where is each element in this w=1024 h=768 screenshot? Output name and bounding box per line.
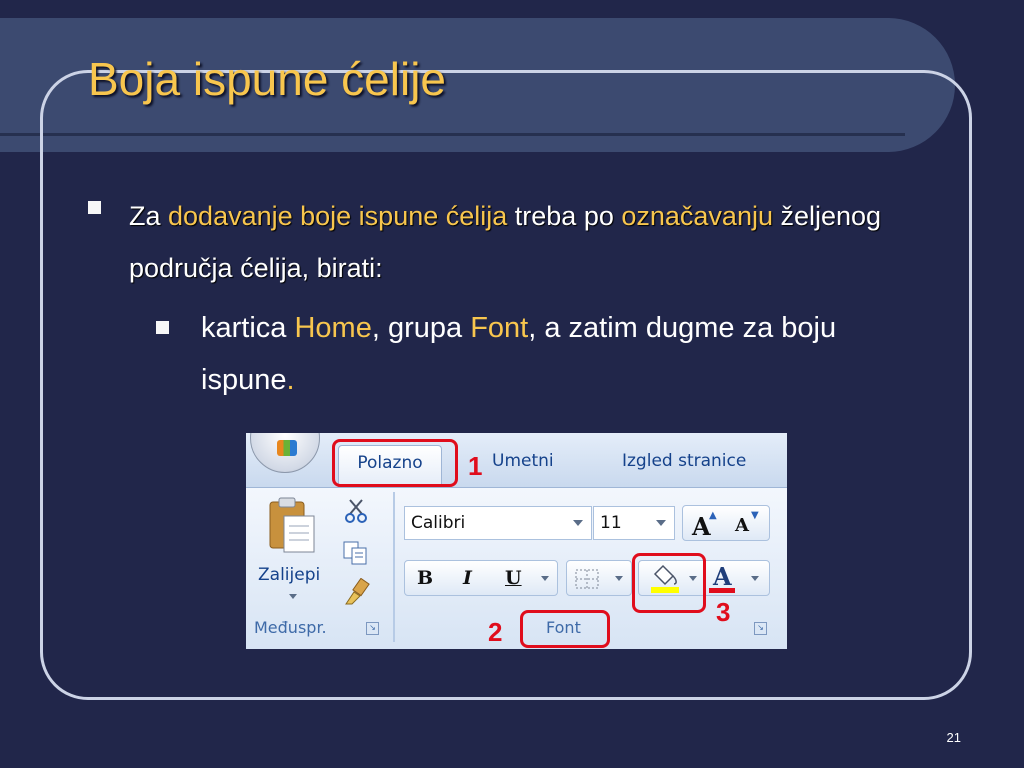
callout-box-group [520,610,610,648]
bullet-square-icon [156,321,169,334]
bullet-level-2: kartica Home, grupa Font, a zatim dugme … [156,302,841,406]
arrow-up-icon: ▲ [709,510,717,521]
font-color-button[interactable]: A [713,562,732,591]
border-button[interactable] [566,560,632,596]
arrow-down-icon: ▼ [751,510,759,521]
highlight-text: Font [470,312,529,344]
font-launcher-icon[interactable]: ↘ [754,622,767,635]
highlight-text: dodavanje boje ispune ćelija [168,201,508,231]
highlight-text: označavanju [621,201,773,231]
slide-title: Boja ispune ćelije [88,53,447,105]
page-number: 21 [946,730,961,745]
style-buttons: B I U [404,560,558,596]
shrink-font-button[interactable]: A [735,515,749,536]
chevron-down-icon [573,520,583,526]
italic-button[interactable]: I [463,567,472,589]
grow-font-button[interactable]: A [692,512,711,541]
ribbon-screenshot: Polazno Umetni Izgled stranice Zalijepi … [246,433,787,649]
tab-umetni[interactable]: Umetni [492,451,554,471]
cut-icon[interactable] [344,498,370,524]
paste-icon[interactable] [266,496,322,556]
underline-button[interactable]: U [505,567,522,589]
font-color-bar [709,588,735,593]
chevron-down-icon [615,576,623,581]
callout-number-1: 1 [468,451,483,481]
office-button[interactable] [250,433,320,473]
clipboard-group-label: Međuspr. [254,618,327,637]
callout-number-2: 2 [488,617,503,647]
format-painter-icon[interactable] [342,578,374,606]
copy-icon[interactable] [342,540,370,566]
font-name-combo[interactable]: Calibri [404,506,592,540]
font-color-dropdown-icon[interactable] [751,576,759,581]
bullet-square-icon [88,201,101,214]
clipboard-launcher-icon[interactable]: ↘ [366,622,379,635]
underline-dropdown-icon[interactable] [541,576,549,581]
callout-box-fill [632,553,706,613]
office-logo-icon [277,440,297,456]
bullet-level-1: Za dodavanje boje ispune ćelija treba po… [84,190,964,294]
paste-dropdown-icon[interactable] [289,594,297,599]
bullet-list: Za dodavanje boje ispune ćelija treba po… [84,190,964,406]
group-separator [393,492,395,642]
chevron-down-icon [656,520,666,526]
bold-button[interactable]: B [417,567,433,589]
ribbon-tab-bar: Polazno Umetni Izgled stranice [246,433,787,487]
callout-box-tab [332,439,458,487]
highlight-text: Home [294,312,372,344]
paste-button-label[interactable]: Zalijepi [258,565,320,585]
border-icon [575,569,599,589]
font-size-buttons: A ▲ A ▼ [682,505,770,541]
callout-number-3: 3 [716,597,731,627]
tab-izgled-stranice[interactable]: Izgled stranice [622,451,746,471]
font-size-combo[interactable]: 11 [593,506,675,540]
